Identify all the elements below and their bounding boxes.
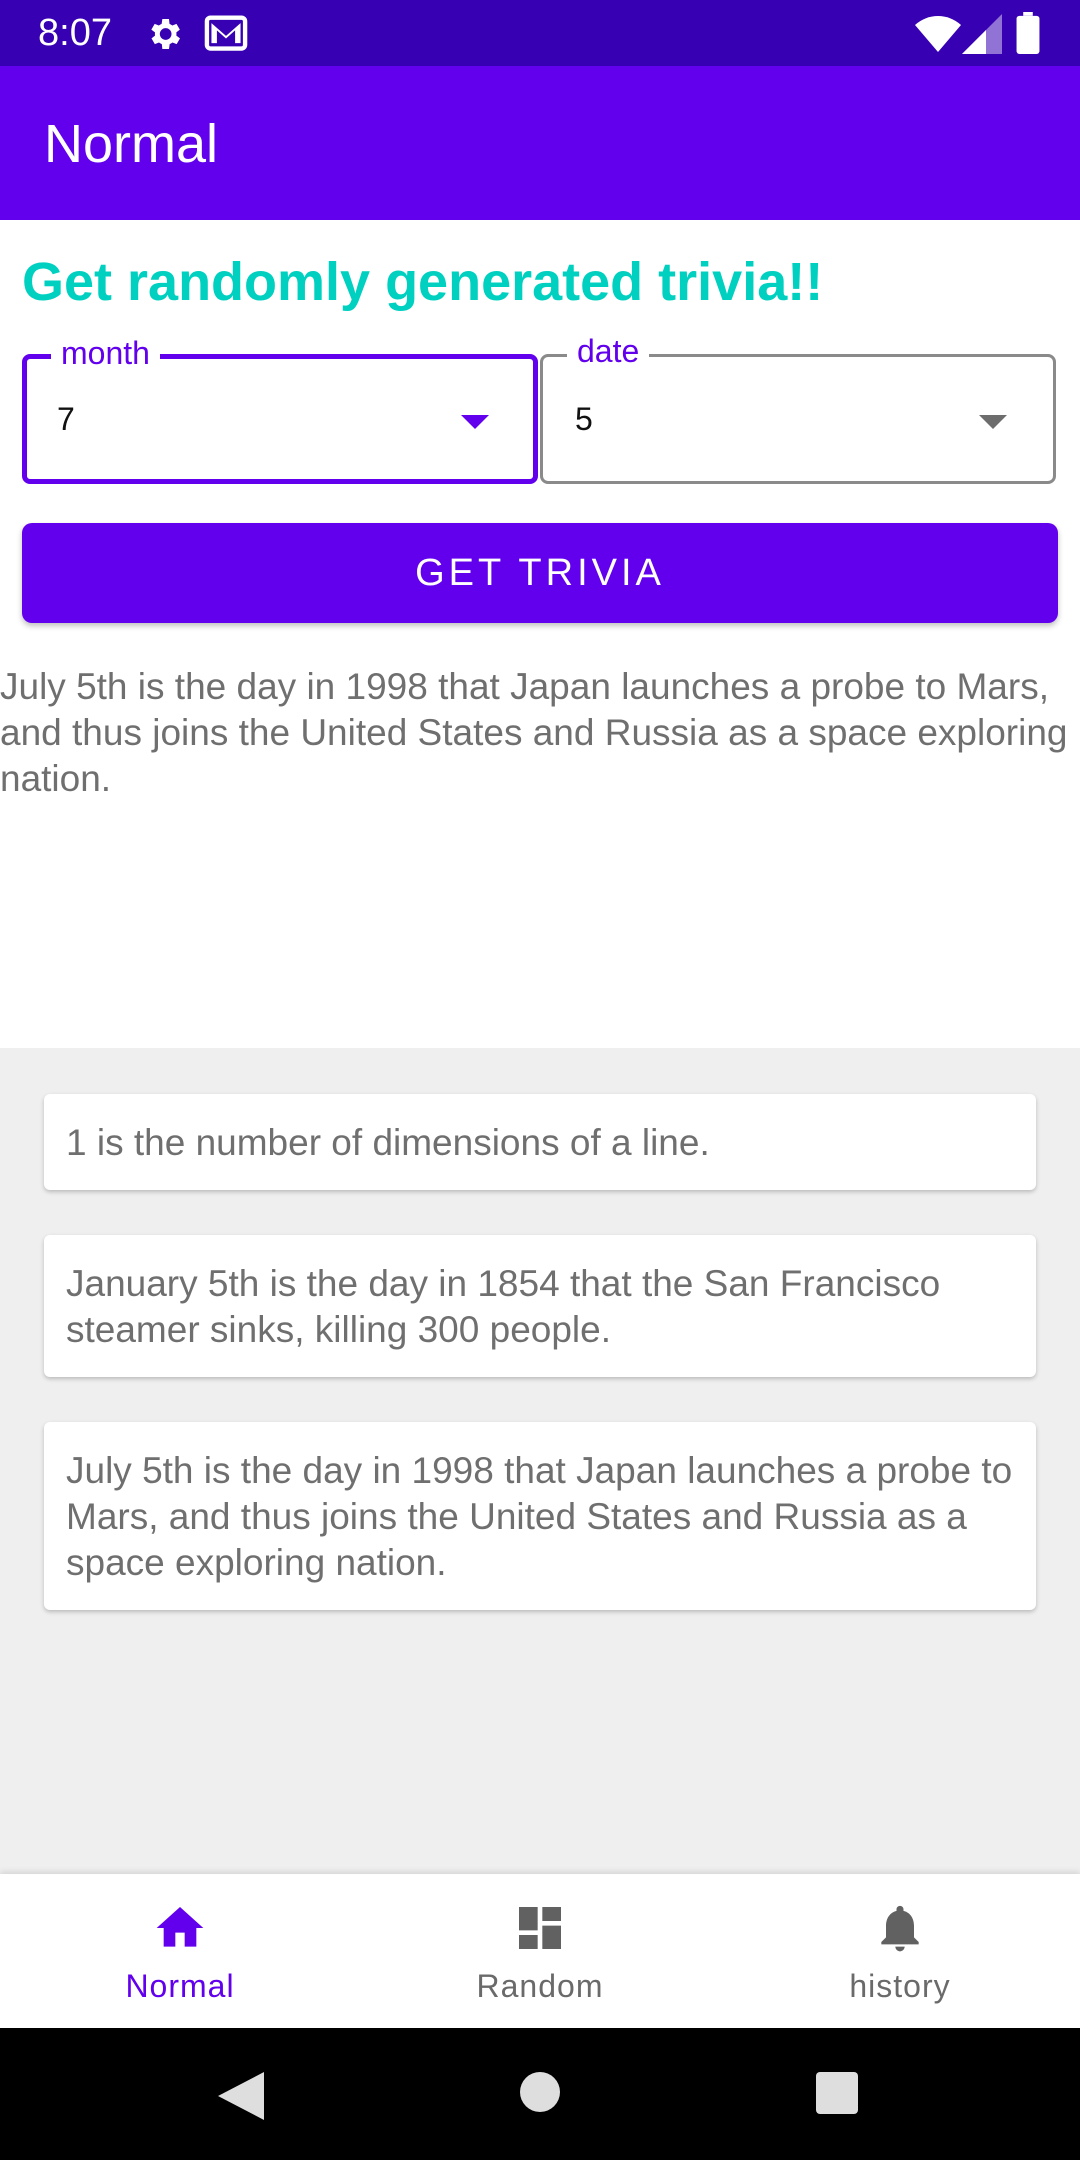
month-dropdown[interactable]: month 7 [22, 333, 538, 484]
history-list[interactable]: 1 is the number of dimensions of a line.… [0, 1048, 1080, 1874]
history-card[interactable]: July 5th is the day in 1998 that Japan l… [44, 1422, 1036, 1610]
bottom-navigation: Normal Random history [0, 1874, 1080, 2028]
caret-down-icon [979, 415, 1007, 429]
page-headline: Get randomly generated trivia!! [22, 252, 824, 312]
month-dropdown-label: month [51, 333, 160, 373]
back-icon[interactable] [218, 2072, 264, 2120]
signal-icon [962, 14, 1002, 54]
date-dropdown-label: date [567, 331, 650, 371]
dashboard-icon [519, 1907, 561, 1949]
history-card[interactable]: January 5th is the day in 1854 that the … [44, 1235, 1036, 1377]
status-time: 8:07 [38, 12, 112, 54]
app-title: Normal [44, 114, 219, 174]
recents-icon[interactable] [816, 2072, 858, 2114]
nav-label-random: Random [476, 1968, 604, 2004]
app-bar: Normal [0, 66, 1080, 220]
month-dropdown-value: 7 [57, 401, 75, 437]
home-icon [156, 1907, 204, 1947]
nav-label-history: history [849, 1968, 951, 2004]
status-bar: 8:07 [0, 0, 1080, 66]
wifi-icon [915, 16, 961, 52]
date-dropdown-value: 5 [575, 401, 593, 437]
bell-icon [881, 1905, 919, 1952]
battery-icon [1016, 12, 1040, 54]
gear-icon [151, 19, 180, 49]
nav-item-history[interactable]: history [720, 1874, 1080, 2028]
nav-item-normal[interactable]: Normal [0, 1874, 360, 2028]
caret-down-icon [461, 415, 489, 429]
nav-item-random[interactable]: Random [360, 1874, 720, 2028]
trivia-result-text: July 5th is the day in 1998 that Japan l… [0, 666, 1068, 799]
home-button-icon[interactable] [520, 2072, 560, 2112]
date-dropdown[interactable]: date 5 [540, 331, 1056, 484]
history-card[interactable]: 1 is the number of dimensions of a line. [44, 1094, 1036, 1190]
system-navigation-bar [0, 2028, 1080, 2160]
mail-icon [204, 15, 248, 51]
get-trivia-button[interactable]: GET TRIVIA [22, 523, 1058, 623]
nav-label-normal: Normal [125, 1968, 235, 2004]
